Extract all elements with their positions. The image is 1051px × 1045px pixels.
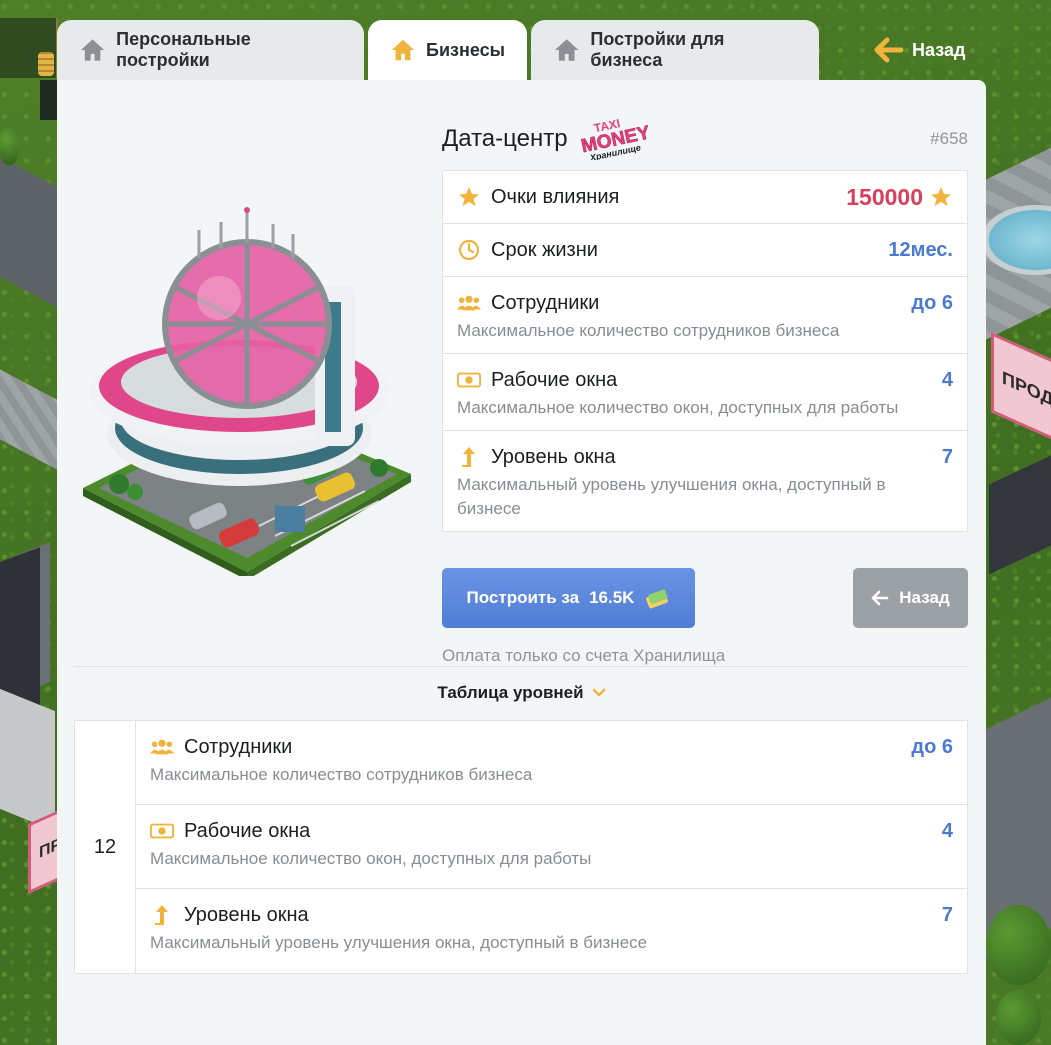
clock-icon	[457, 238, 481, 262]
sign-text: ПРОДАН	[1002, 366, 1051, 422]
level-row-label: Уровень окна	[184, 903, 309, 926]
stat-row-windows: Рабочие окна 4 Максимальное количество о…	[443, 354, 967, 431]
stat-value: до 6	[911, 291, 953, 314]
level-row-label: Рабочие окна	[184, 819, 311, 842]
level-row-label: Сотрудники	[184, 735, 293, 758]
stat-description: Максимальный уровень улучшения окна, дос…	[457, 475, 886, 518]
stat-row-window-level: Уровень окна 7 Максимальный уровень улуч…	[443, 431, 967, 531]
back-button-label: Назад	[899, 588, 950, 607]
star-icon	[457, 185, 481, 209]
house-icon	[554, 39, 579, 61]
star-icon	[931, 187, 951, 206]
levels-table: 12 Сотрудники до 6 Максимальное количест…	[74, 720, 968, 974]
build-button-label: Построить за	[466, 588, 580, 607]
tab-personal-buildings[interactable]: Персональные постройки	[57, 20, 364, 80]
stat-value: 4	[941, 368, 953, 391]
currency-widget	[0, 18, 58, 78]
levels-table-toggle[interactable]: Таблица уровней	[57, 683, 986, 703]
level-row-description: Максимальное количество окон, доступных …	[150, 849, 592, 868]
cash-window-icon	[457, 368, 481, 392]
taxi-money-storage-logo: TAXI MONEY Хранилище	[579, 116, 648, 160]
tab-businesses[interactable]: Бизнесы	[368, 20, 527, 80]
level-number: 12	[75, 721, 136, 973]
background-building	[0, 688, 55, 832]
arrow-up-icon	[457, 445, 481, 469]
stat-description: Максимальное количество сотрудников бизн…	[457, 321, 840, 340]
tab-label: Бизнесы	[426, 39, 505, 60]
level-row-description: Максимальный уровень улучшения окна, дос…	[150, 933, 648, 952]
build-button[interactable]: Построить за 16.5K	[442, 568, 695, 628]
people-icon	[150, 735, 174, 759]
money-stack-icon	[646, 589, 669, 609]
stat-row-employees: Сотрудники до 6 Максимальное количество …	[443, 277, 967, 354]
back-button[interactable]: Назад	[853, 568, 968, 628]
tab-label: Постройки для бизнеса	[590, 29, 725, 70]
tree	[996, 990, 1041, 1045]
business-header: Дата-центр TAXI MONEY Хранилище #658	[442, 116, 968, 160]
stat-value: 12мес.	[888, 238, 953, 261]
cash-window-icon	[150, 819, 174, 843]
chevron-down-icon	[592, 688, 605, 697]
back-link-top[interactable]: Назад	[874, 34, 965, 66]
levels-toggle-label: Таблица уровней	[437, 683, 584, 702]
tab-label: Персональные постройки	[116, 29, 251, 70]
level-row-employees: Сотрудники до 6 Максимальное количество …	[136, 721, 967, 805]
stat-label: Сотрудники	[491, 291, 600, 314]
level-row-value: 4	[941, 819, 953, 842]
stat-label: Очки влияния	[491, 185, 620, 208]
tree	[986, 905, 1051, 985]
business-stats: Очки влияния 150000 Срок жизни 12мес. Со…	[442, 170, 968, 532]
tab-business-buildings[interactable]: Постройки для бизнеса	[531, 20, 819, 80]
arrow-left-icon	[874, 37, 904, 63]
stat-value: 7	[941, 445, 953, 468]
level-row-value: 7	[941, 903, 953, 926]
level-rows: Сотрудники до 6 Максимальное количество …	[136, 721, 967, 973]
business-id: #658	[930, 129, 968, 148]
people-icon	[457, 291, 481, 315]
stat-row-influence: Очки влияния 150000	[443, 171, 967, 224]
arrow-left-icon	[871, 590, 889, 606]
payment-note: Оплата только со счета Хранилища	[442, 646, 726, 665]
stat-label: Срок жизни	[491, 238, 598, 261]
house-icon	[80, 39, 105, 61]
business-details-panel: Дата-центр TAXI MONEY Хранилище #658 Очк…	[57, 80, 986, 1045]
business-title: Дата-центр	[442, 125, 568, 152]
stat-label: Уровень окна	[491, 445, 616, 468]
stat-row-lifetime: Срок жизни 12мес.	[443, 224, 967, 277]
arrow-up-icon	[150, 903, 174, 927]
stat-label: Рабочие окна	[491, 368, 618, 391]
divider	[74, 666, 968, 667]
stat-description: Максимальное количество окон, доступных …	[457, 398, 899, 417]
level-row-value: до 6	[911, 735, 953, 758]
data-center-building-image	[83, 207, 411, 576]
level-row-windows: Рабочие окна 4 Максимальное количество о…	[136, 805, 967, 889]
level-row-window-level: Уровень окна 7 Максимальный уровень улуч…	[136, 889, 967, 973]
house-icon	[391, 39, 415, 61]
back-label: Назад	[912, 39, 966, 60]
influence-value: 150000	[846, 183, 923, 210]
coin-stack-icon	[38, 52, 54, 76]
level-row-description: Максимальное количество сотрудников бизн…	[150, 765, 533, 784]
stat-value: 150000	[846, 184, 953, 211]
tree	[0, 125, 18, 165]
build-price: 16.5K	[589, 588, 635, 607]
